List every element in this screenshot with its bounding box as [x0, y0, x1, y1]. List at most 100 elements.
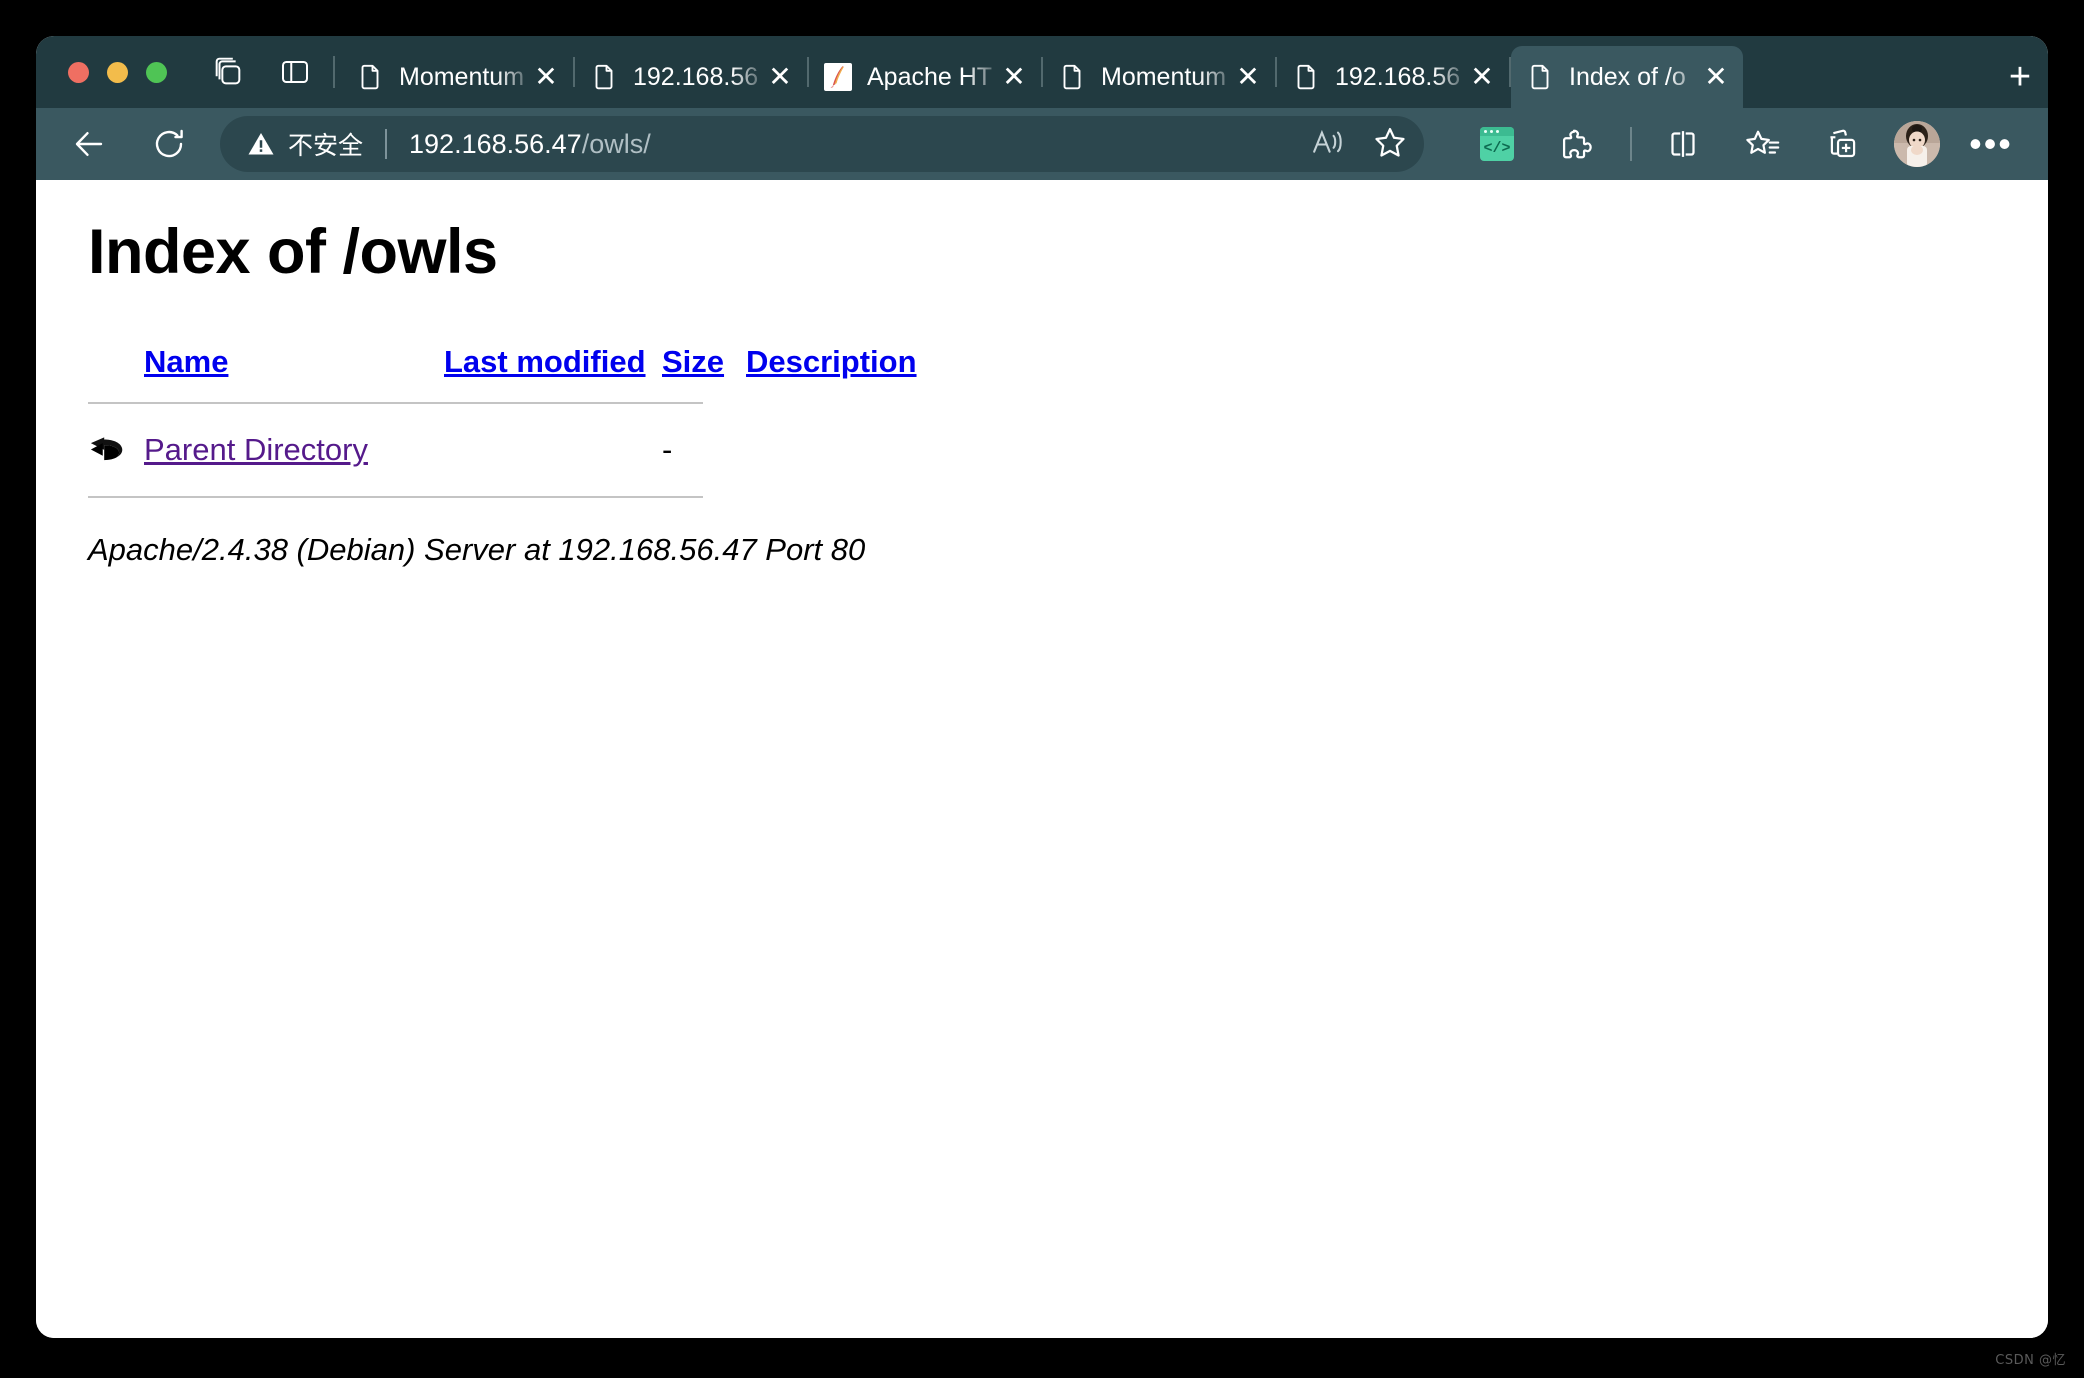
tab-title: Momentum — [1101, 63, 1227, 91]
browser-tab-active[interactable]: Index of /o ✕ — [1511, 46, 1743, 108]
table-divider-top — [88, 402, 703, 404]
page-inner: Index of /owls Name Last modified Size D… — [36, 216, 2048, 568]
puzzle-piece-icon[interactable] — [1548, 115, 1606, 173]
directory-index-table: Name Last modified Size Description Pare… — [88, 344, 917, 498]
reload-button[interactable] — [140, 115, 198, 173]
parent-directory-link[interactable]: Parent Directory — [144, 432, 368, 467]
row-last-modified-cell — [444, 422, 662, 478]
browser-tab[interactable]: 192.168.56 ✕ — [1277, 46, 1509, 108]
sort-by-description-link[interactable]: Description — [746, 344, 917, 379]
sort-by-size-link[interactable]: Size — [662, 344, 724, 379]
back-arrow-icon — [90, 437, 123, 462]
devtools-glyph: </> — [1480, 127, 1514, 161]
new-tab-button[interactable]: + — [1992, 46, 2048, 108]
devtools-extension-icon[interactable]: </> — [1468, 115, 1526, 173]
screen: Momentum ✕ 192.168.56 ✕ Apache HT ✕ Momentum ✕ 1… — [0, 0, 2084, 1378]
tab-strip: Momentum ✕ 192.168.56 ✕ Apache HT ✕ Momentum ✕ 1… — [36, 36, 2048, 108]
back-button[interactable] — [60, 115, 118, 173]
address-bar: 不安全 192.168.56.47/owls/ </> ••• — [36, 108, 2048, 180]
security-label: 不安全 — [288, 131, 364, 160]
table-header-row: Name Last modified Size Description — [88, 344, 917, 386]
toolbar-actions: </> ••• — [1446, 115, 2020, 173]
url-inline-actions — [1300, 124, 1408, 165]
header-size: Size — [662, 344, 746, 386]
settings-menu-button[interactable]: ••• — [1962, 115, 2020, 173]
server-signature: Apache/2.4.38 (Debian) Server at 192.168… — [88, 532, 866, 567]
tab-close-icon[interactable]: ✕ — [1699, 60, 1733, 94]
collections-add-icon[interactable] — [1814, 115, 1872, 173]
tab-title: Apache HT — [867, 63, 993, 91]
url-host: 192.168.56.47 — [409, 128, 582, 159]
tabstrip-actions — [181, 36, 327, 108]
csdn-watermark: CSDN @忆 — [1995, 1353, 2066, 1368]
warning-triangle-icon[interactable] — [246, 129, 276, 159]
favorite-star-icon[interactable] — [1372, 124, 1408, 165]
tab-title: 192.168.56 — [633, 63, 759, 91]
row-description-cell — [746, 422, 917, 478]
table-rule-cell — [88, 386, 917, 422]
tab-actions-icon[interactable] — [211, 55, 245, 89]
browser-tab[interactable]: Momentum ✕ — [1043, 46, 1275, 108]
devtools-dot — [1484, 130, 1487, 133]
settings-ellipsis-icon: ••• — [1969, 123, 2013, 164]
profile-avatar[interactable] — [1894, 121, 1940, 167]
header-last-modified: Last modified — [444, 344, 662, 386]
close-window-button[interactable] — [68, 61, 89, 83]
tab-close-icon[interactable]: ✕ — [763, 60, 797, 94]
table-rule-row-bottom — [88, 478, 917, 498]
header-description: Description — [746, 344, 917, 386]
tabstrip-divider — [333, 56, 335, 88]
tab-list: Momentum ✕ 192.168.56 ✕ Apache HT ✕ Momentum ✕ 1… — [341, 36, 1982, 108]
header-icon-spacer — [88, 344, 144, 386]
toolbar-divider — [1630, 127, 1632, 161]
apache-feather-icon — [823, 62, 853, 92]
maximize-window-button[interactable] — [146, 61, 167, 83]
tab-close-icon[interactable]: ✕ — [529, 60, 563, 94]
page-icon — [1525, 62, 1555, 92]
row-size-cell: - — [662, 432, 673, 467]
table-divider-bottom — [88, 496, 703, 498]
table-row[interactable]: Parent Directory - — [88, 422, 917, 478]
devtools-dot — [1496, 130, 1499, 133]
url-text[interactable]: 192.168.56.47/owls/ — [409, 129, 1300, 160]
url-divider — [385, 129, 388, 159]
window-controls — [58, 36, 181, 108]
browser-window: Momentum ✕ 192.168.56 ✕ Apache HT ✕ Momentum ✕ 1… — [36, 36, 2048, 1338]
tab-close-icon[interactable]: ✕ — [1465, 60, 1499, 94]
tab-title: Index of /o — [1569, 63, 1686, 91]
page-icon — [589, 62, 619, 92]
tab-title: 192.168.56 — [1335, 63, 1461, 91]
table-rule-row-top — [88, 386, 917, 422]
favorites-list-icon[interactable] — [1734, 115, 1792, 173]
table-foot — [88, 478, 917, 498]
devtools-code-text: </> — [1483, 140, 1511, 157]
table-rule-cell — [88, 478, 917, 498]
header-name: Name — [144, 344, 444, 386]
page-content: Index of /owls Name Last modified Size D… — [36, 180, 2048, 1338]
page-icon — [1291, 62, 1321, 92]
page-title: Index of /owls — [88, 217, 498, 287]
browser-tab[interactable]: Momentum ✕ — [341, 46, 573, 108]
browser-tab[interactable]: 192.168.56 ✕ — [575, 46, 807, 108]
devtools-dot — [1490, 130, 1493, 133]
split-screen-icon[interactable] — [1654, 115, 1712, 173]
browser-tab[interactable]: Apache HT ✕ — [809, 46, 1041, 108]
tab-close-icon[interactable]: ✕ — [997, 60, 1031, 94]
table-body: Parent Directory - — [88, 422, 917, 478]
avatar-image — [1894, 121, 1940, 167]
row-icon-cell — [88, 422, 144, 478]
sort-by-name-link[interactable]: Name — [144, 344, 228, 379]
tab-title: Momentum — [399, 63, 525, 91]
row-name-cell: Parent Directory — [144, 422, 444, 478]
page-icon — [1057, 62, 1087, 92]
sort-by-last-modified-link[interactable]: Last modified — [444, 344, 646, 379]
sidebar-toggle-icon[interactable] — [279, 56, 311, 88]
apache-feather-icon — [824, 63, 852, 91]
tab-close-icon[interactable]: ✕ — [1231, 60, 1265, 94]
page-icon — [355, 62, 385, 92]
url-path: /owls/ — [581, 128, 651, 159]
read-aloud-icon[interactable] — [1310, 125, 1346, 164]
minimize-window-button[interactable] — [107, 61, 128, 83]
url-input[interactable]: 不安全 192.168.56.47/owls/ — [220, 116, 1424, 172]
table-head: Name Last modified Size Description — [88, 344, 917, 422]
